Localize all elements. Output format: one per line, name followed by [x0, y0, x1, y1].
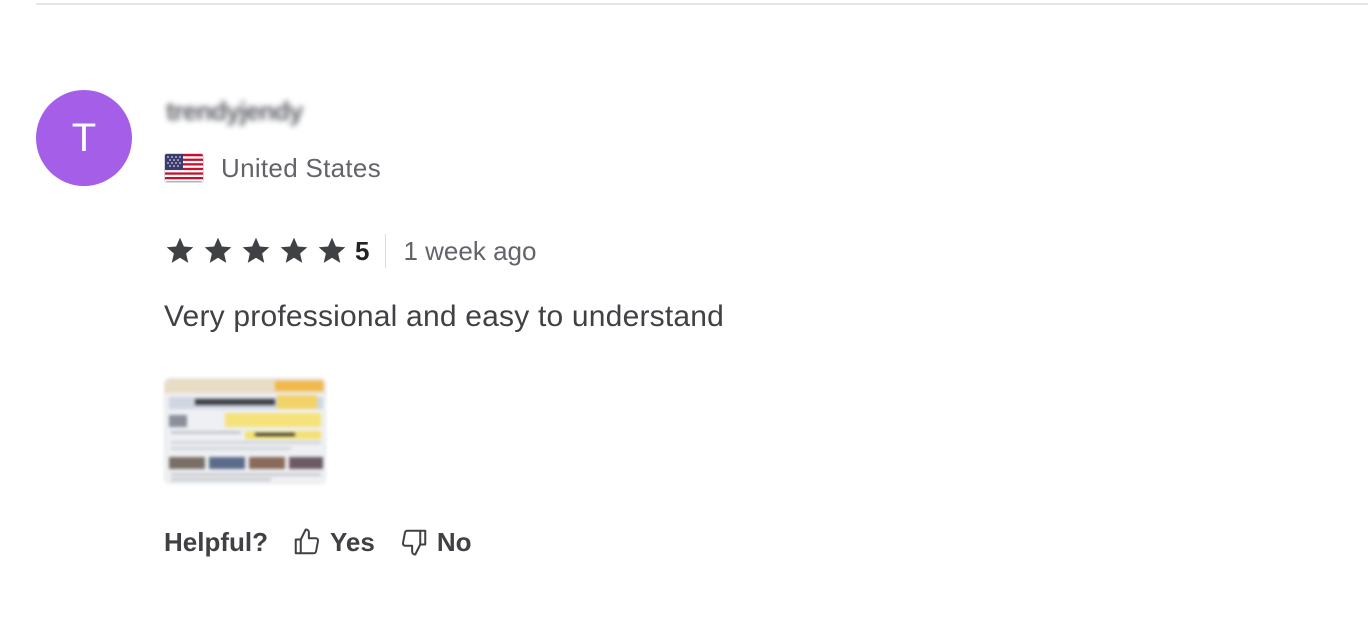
reviewer-username[interactable]: trendyjendy: [166, 96, 303, 127]
avatar[interactable]: T: [36, 90, 132, 186]
rating-divider: [385, 234, 387, 268]
star-icon: [166, 237, 194, 263]
thumbs-down-icon: [401, 529, 427, 556]
rating-value: 5: [355, 235, 370, 266]
avatar-initial: T: [71, 115, 97, 160]
review-attachment-thumbnail[interactable]: [164, 378, 326, 484]
helpful-no-button[interactable]: No: [399, 527, 472, 558]
us-flag-icon: [164, 153, 204, 183]
helpful-yes-button[interactable]: Yes: [292, 527, 375, 558]
helpful-row: Helpful? Yes No: [164, 524, 496, 560]
star-icon: [242, 237, 270, 263]
review-card: T trendyjendy United States 5 1 week ago…: [0, 0, 1368, 638]
review-text: Very professional and easy to understand: [164, 300, 725, 333]
star-icon: [318, 237, 346, 263]
review-time: 1 week ago: [403, 235, 537, 266]
country-name: United States: [221, 152, 381, 183]
thumbs-up-icon: [294, 528, 320, 555]
helpful-label: Helpful?: [164, 526, 268, 557]
rating-row: 5 1 week ago: [164, 232, 536, 270]
star-icon: [204, 237, 232, 263]
reviewer-country: United States: [164, 152, 381, 184]
top-divider: [36, 3, 1368, 5]
star-rating: [164, 235, 354, 267]
star-icon: [280, 237, 308, 263]
helpful-yes-label: Yes: [330, 526, 375, 557]
helpful-no-label: No: [436, 526, 472, 557]
